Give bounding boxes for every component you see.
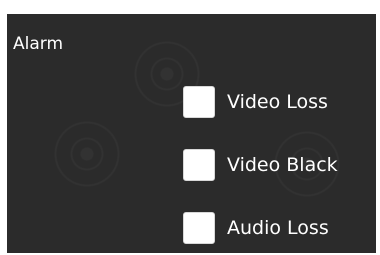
video-loss-label: Video Loss	[227, 91, 328, 113]
video-loss-checkbox[interactable]	[183, 86, 215, 118]
video-black-label: Video Black	[227, 154, 338, 176]
audio-loss-label: Audio Loss	[227, 217, 329, 239]
option-video-loss[interactable]: Video Loss	[183, 85, 328, 119]
alarm-section-title: Alarm	[13, 34, 64, 54]
option-video-black[interactable]: Video Black	[183, 148, 338, 182]
option-audio-loss[interactable]: Audio Loss	[183, 211, 329, 245]
alarm-panel: Alarm Video Loss Video Black Audio Loss	[7, 14, 376, 253]
video-black-checkbox[interactable]	[183, 149, 215, 181]
audio-loss-checkbox[interactable]	[183, 212, 215, 244]
